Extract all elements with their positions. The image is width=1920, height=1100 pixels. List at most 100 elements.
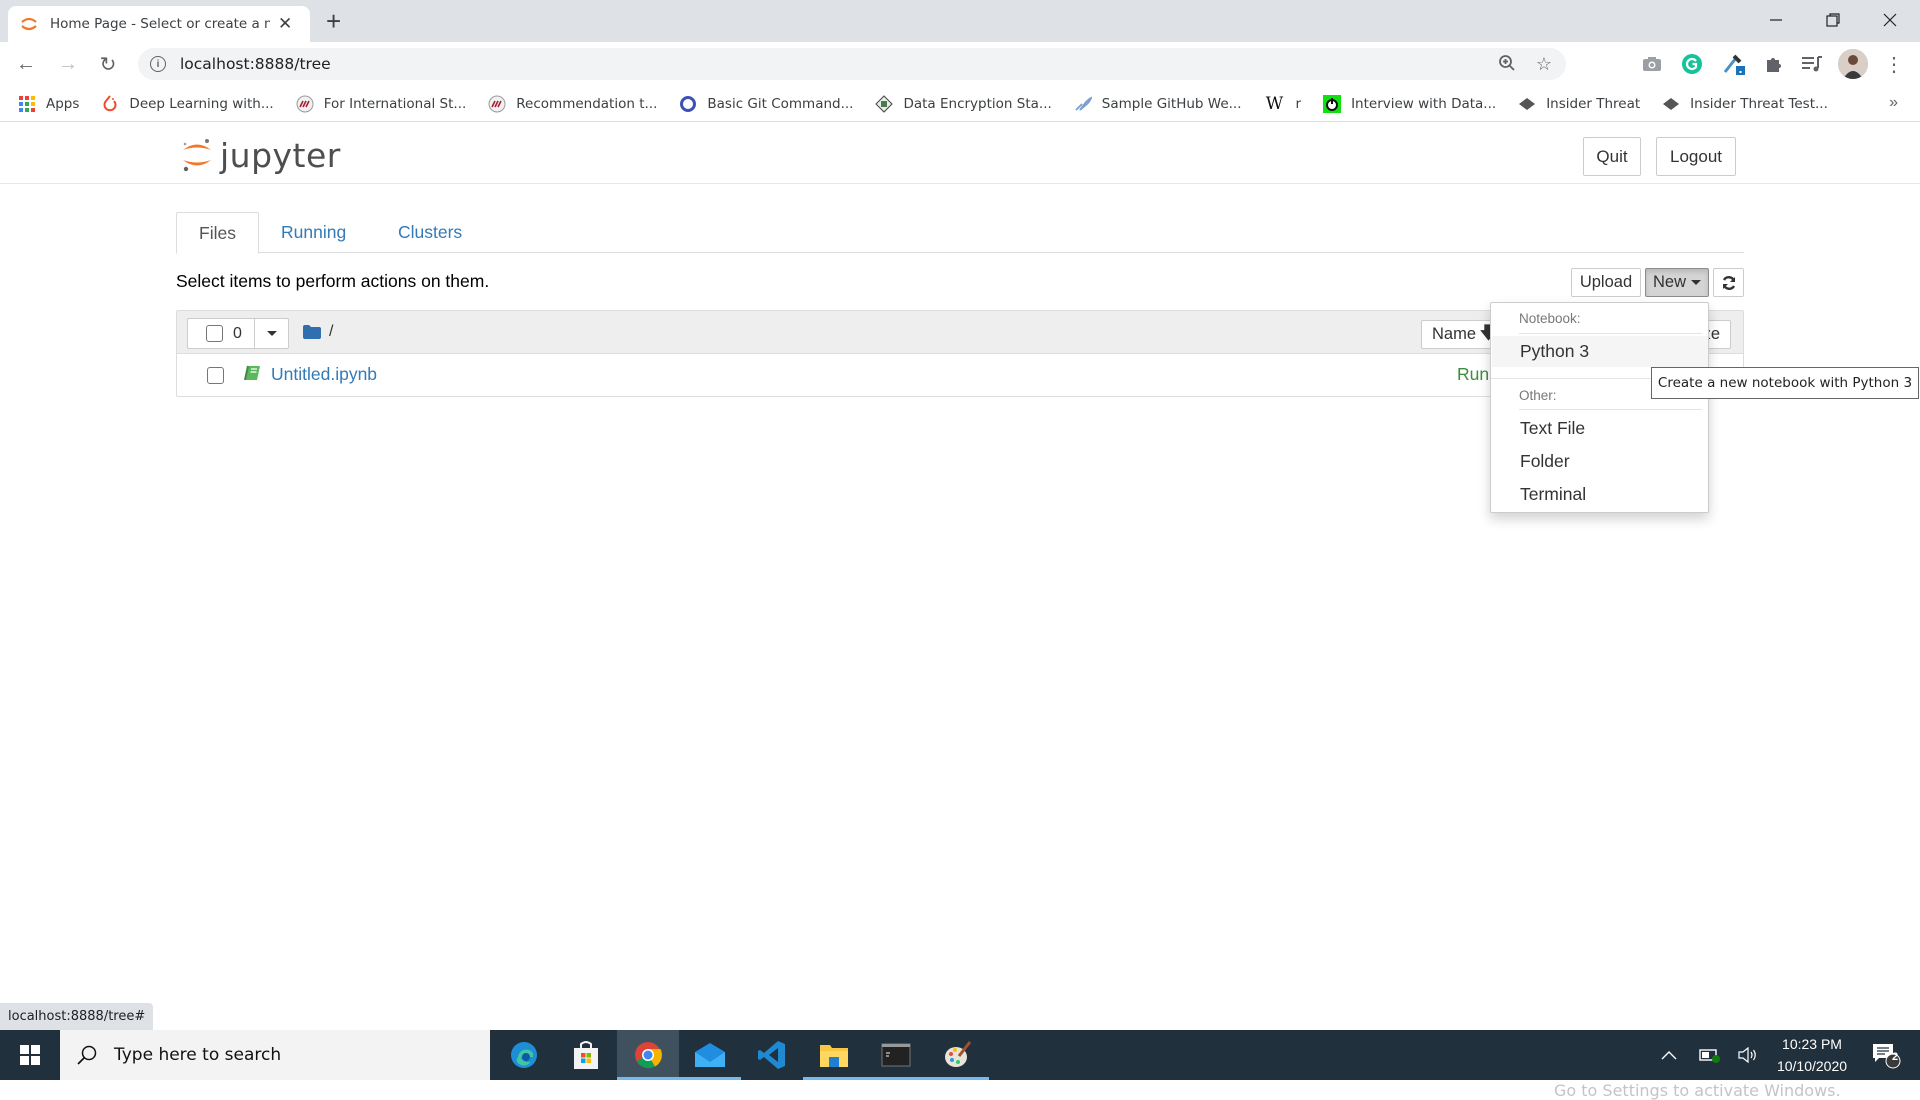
menu-divider	[1519, 333, 1702, 334]
menu-item-text-file[interactable]: Text File	[1492, 413, 1708, 444]
select-dropdown-button[interactable]	[255, 318, 289, 349]
bookmark-insider-threat-test[interactable]: Insider Threat Test...	[1662, 95, 1828, 113]
start-button[interactable]	[0, 1030, 60, 1080]
taskbar-app-vscode[interactable]	[741, 1030, 803, 1080]
bookmark-label: Apps	[46, 95, 80, 112]
taskbar-app-store[interactable]	[555, 1030, 617, 1080]
chrome-icon	[635, 1042, 662, 1069]
quit-button[interactable]: Quit	[1583, 137, 1641, 176]
jupyter-header: jupyter Quit Logout	[0, 123, 1920, 184]
chevron-up-icon	[1661, 1051, 1677, 1060]
color-picker-extension-icon[interactable]	[1722, 52, 1746, 76]
caret-down-icon	[1691, 280, 1701, 285]
avatar-photo-icon	[1838, 49, 1868, 79]
restore-button[interactable]	[1813, 6, 1853, 34]
upload-button[interactable]: Upload	[1571, 268, 1641, 297]
reload-button[interactable]: ↻	[96, 52, 120, 76]
bookmark-label: Insider Threat	[1546, 95, 1641, 112]
battery-tray-icon[interactable]	[1696, 1030, 1724, 1080]
bookmark-wikipedia[interactable]: W r	[1264, 94, 1301, 114]
bookmark-label: For International St...	[323, 95, 467, 112]
jupyter-logo[interactable]: jupyter	[180, 135, 341, 175]
bookmark-interview-data[interactable]: Interview with Data...	[1323, 94, 1497, 113]
speaker-icon	[1738, 1047, 1756, 1063]
info-icon[interactable]: i	[150, 56, 166, 72]
menu-item-folder[interactable]: Folder	[1492, 446, 1708, 477]
other-section-header: Other:	[1519, 388, 1557, 403]
bookmark-apps[interactable]: Apps	[18, 95, 79, 113]
taskbar-search-box[interactable]: Type here to search	[60, 1030, 490, 1080]
back-button[interactable]: ←	[14, 52, 38, 76]
new-dropdown-menu: Notebook: Python 3 Other: Text File Fold…	[1490, 302, 1709, 513]
taskbar-app-file-explorer[interactable]	[803, 1030, 865, 1080]
taskbar-app-chrome[interactable]	[617, 1030, 679, 1080]
edge-icon	[511, 1042, 537, 1068]
new-tab-button[interactable]: +	[326, 8, 341, 34]
taskbar-app-terminal[interactable]	[865, 1030, 927, 1080]
tab-files[interactable]: Files	[176, 212, 259, 254]
grammarly-extension-icon[interactable]	[1680, 52, 1704, 76]
bookmark-data-encryption[interactable]: Data Encryption Sta...	[875, 94, 1052, 113]
extensions-puzzle-icon[interactable]	[1762, 52, 1786, 76]
diamond-icon	[875, 94, 894, 113]
taskbar-app-mail[interactable]	[679, 1030, 741, 1080]
diamond-dark-icon	[1662, 95, 1680, 113]
windows-taskbar: Type here to search 10:23 PM 10/10/2020	[0, 1030, 1920, 1080]
media-control-icon[interactable]	[1800, 52, 1824, 76]
close-window-button[interactable]	[1870, 6, 1910, 34]
bookmark-label: Interview with Data...	[1351, 95, 1497, 112]
camera-extension-icon[interactable]	[1640, 52, 1664, 76]
chrome-menu-icon[interactable]: ⋮	[1882, 52, 1906, 76]
forward-button[interactable]: →	[56, 52, 80, 76]
bookmark-basic-git[interactable]: Basic Git Command...	[679, 95, 853, 113]
logout-button[interactable]: Logout	[1656, 137, 1736, 176]
new-dropdown-button[interactable]: New	[1645, 268, 1709, 297]
bookmark-deep-learning[interactable]: Deep Learning with...	[101, 94, 274, 113]
address-bar-url[interactable]: localhost:8888/tree	[180, 55, 331, 73]
zoom-icon[interactable]	[1498, 54, 1516, 77]
volume-tray-icon[interactable]	[1734, 1030, 1762, 1080]
minimize-button[interactable]	[1756, 6, 1796, 34]
tab-running[interactable]: Running	[259, 212, 368, 253]
taskbar-clock[interactable]: 10:23 PM 10/10/2020	[1764, 1033, 1860, 1077]
bookmark-star-icon[interactable]: ☆	[1536, 54, 1552, 77]
paint-icon	[945, 1041, 972, 1067]
select-all-checkbox-wrap[interactable]: 0	[187, 318, 255, 349]
close-icon	[1883, 13, 1897, 27]
menu-item-python3[interactable]: Python 3	[1492, 336, 1708, 367]
sort-name-label: Name	[1432, 325, 1477, 343]
taskbar-app-edge[interactable]	[493, 1030, 555, 1080]
jupyter-page: jupyter Quit Logout Files Running Cluste…	[0, 123, 1920, 1100]
running-status: Run	[1457, 364, 1490, 384]
bookmark-sample-github[interactable]: Sample GitHub We...	[1074, 95, 1242, 113]
select-all-group: 0	[187, 318, 289, 349]
tab-clusters[interactable]: Clusters	[376, 212, 484, 253]
bookmark-insider-threat[interactable]: Insider Threat	[1518, 95, 1640, 113]
show-hidden-icons-button[interactable]	[1655, 1030, 1683, 1080]
pytorch-icon	[101, 94, 119, 113]
bookmark-international-students[interactable]: For International St...	[296, 95, 467, 113]
action-center-button[interactable]: 2	[1866, 1030, 1906, 1080]
select-all-checkbox[interactable]	[206, 325, 223, 342]
more-bookmarks-button[interactable]: »	[1889, 94, 1898, 112]
browser-tab[interactable]: Home Page - Select or create a n ✕	[8, 6, 310, 42]
refresh-button[interactable]	[1713, 268, 1744, 297]
address-bar[interactable]: i localhost:8888/tree ☆	[138, 48, 1566, 80]
link-status-bar: localhost:8888/tree#	[0, 1003, 154, 1030]
menu-item-terminal[interactable]: Terminal	[1492, 479, 1708, 510]
breadcrumb[interactable]: /	[303, 323, 333, 341]
file-explorer-icon	[820, 1045, 848, 1067]
bookmark-label: Insider Threat Test...	[1690, 95, 1828, 112]
profile-avatar[interactable]	[1838, 49, 1868, 79]
file-checkbox[interactable]	[207, 367, 224, 384]
diamond-dark-icon	[1518, 95, 1536, 113]
folder-icon	[303, 325, 321, 339]
bookmark-recommendation[interactable]: Recommendation t...	[488, 95, 657, 113]
windows-logo-icon	[20, 1045, 40, 1065]
file-name-link[interactable]: Untitled.ipynb	[271, 364, 377, 385]
taskbar-app-paint[interactable]	[927, 1030, 989, 1080]
new-button-label: New	[1652, 273, 1686, 291]
close-tab-icon[interactable]: ✕	[278, 14, 292, 34]
bookmark-label: Data Encryption Sta...	[903, 95, 1052, 112]
jupyter-tabs: Files Running Clusters	[176, 212, 1744, 254]
